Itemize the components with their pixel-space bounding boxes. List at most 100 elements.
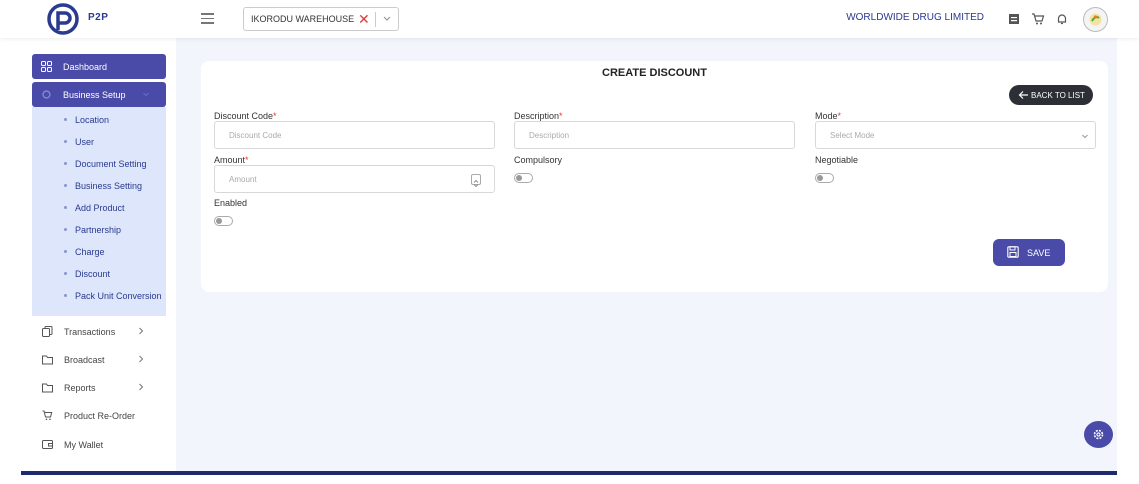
business-setup-submenu: Location User Document Setting Business … (32, 107, 166, 316)
settings-fab[interactable] (1084, 421, 1113, 448)
chevron-down-icon[interactable] (381, 12, 393, 26)
submenu-item-charge[interactable]: Charge (32, 245, 166, 261)
sidebar-item-label: My Wallet (64, 440, 104, 450)
mode-select[interactable]: Select Mode (815, 121, 1096, 149)
enabled-label: Enabled (214, 198, 248, 208)
submenu-item-label: Partnership (75, 225, 122, 235)
cart-icon[interactable] (1031, 12, 1045, 26)
discount-code-input[interactable]: Discount Code (214, 121, 495, 149)
submenu-item-business-setting[interactable]: Business Setting (32, 179, 166, 195)
chevron-right-icon (139, 355, 144, 363)
user-avatar[interactable] (1083, 7, 1108, 32)
menu-toggle-icon[interactable] (201, 13, 214, 24)
mode-placeholder: Select Mode (830, 131, 875, 140)
sidebar-item-transactions[interactable]: Transactions (21, 322, 176, 342)
required-mark: * (559, 111, 563, 121)
description-label: Description* (514, 111, 563, 121)
sidebar-item-label: Dashboard (63, 62, 108, 72)
submenu-item-label: Discount (75, 269, 111, 279)
description-label-text: Description (514, 111, 560, 121)
top-bar: P2P IKORODU WAREHOUSE ✕ WORLDWIDE DRUG L… (0, 0, 1139, 38)
mode-label: Mode* (815, 111, 841, 121)
submenu-item-location[interactable]: Location (32, 113, 166, 129)
floppy-disk-icon (1007, 246, 1019, 258)
cart-icon (42, 410, 53, 421)
negotiable-toggle[interactable] (815, 173, 834, 183)
discount-code-placeholder: Discount Code (229, 131, 282, 140)
warehouse-select[interactable]: IKORODU WAREHOUSE ✕ (243, 7, 399, 31)
description-input[interactable]: Description (514, 121, 795, 149)
bullet-icon (64, 162, 67, 165)
mode-label-text: Mode (815, 111, 838, 121)
copy-icon (42, 326, 53, 337)
page-title: CREATE DISCOUNT (602, 67, 707, 79)
submenu-item-label: Document Setting (75, 159, 147, 169)
bullet-icon (64, 118, 67, 121)
app-root: P2P IKORODU WAREHOUSE ✕ WORLDWIDE DRUG L… (0, 0, 1139, 484)
submenu-item-discount[interactable]: Discount (32, 267, 166, 283)
sidebar-item-my-wallet[interactable]: My Wallet (21, 435, 176, 455)
required-mark: * (273, 111, 277, 121)
sidebar-item-broadcast[interactable]: Broadcast (21, 350, 176, 370)
sidebar-item-dashboard[interactable]: Dashboard (32, 54, 166, 79)
submenu-item-pack-unit-conversion[interactable]: Pack Unit Conversion (32, 289, 166, 305)
submenu-item-label: Pack Unit Conversion (75, 291, 162, 301)
required-mark: * (245, 155, 249, 165)
wallet-icon (42, 440, 53, 449)
submenu-item-label: Add Product (75, 203, 125, 213)
save-button[interactable]: SAVE (993, 239, 1065, 266)
discount-code-label: Discount Code* (214, 111, 277, 121)
sidebar-item-reports[interactable]: Reports (21, 378, 176, 398)
create-discount-card: CREATE DISCOUNT BACK TO LIST Discount Co… (201, 61, 1108, 292)
main-content: CREATE DISCOUNT BACK TO LIST Discount Co… (176, 38, 1117, 472)
folder-icon (42, 355, 53, 365)
logo-text: P2P (88, 12, 109, 23)
clear-icon[interactable]: ✕ (358, 11, 370, 27)
amount-placeholder: Amount (229, 175, 257, 184)
bullet-icon (64, 228, 67, 231)
discount-code-label-text: Discount Code (214, 111, 274, 121)
folder-icon (42, 383, 53, 393)
sidebar-item-label: Product Re-Order (64, 411, 136, 421)
submenu-item-add-product[interactable]: Add Product (32, 201, 166, 217)
chevron-right-icon (139, 383, 144, 391)
company-name[interactable]: WORLDWIDE DRUG LIMITED (846, 12, 984, 23)
stepper-arrows-icon (473, 179, 479, 188)
document-icon[interactable] (1007, 12, 1021, 26)
submenu-item-partnership[interactable]: Partnership (32, 223, 166, 239)
sidebar-item-product-re-order[interactable]: Product Re-Order (21, 406, 176, 426)
save-button-label: SAVE (1027, 248, 1051, 258)
submenu-item-document-setting[interactable]: Document Setting (32, 157, 166, 173)
bottom-bar (21, 471, 1117, 475)
back-to-list-button[interactable]: BACK TO LIST (1009, 85, 1093, 105)
number-stepper-icon[interactable] (471, 174, 481, 188)
submenu-item-user[interactable]: User (32, 135, 166, 151)
amount-label-text: Amount (214, 155, 246, 165)
sidebar-item-label: Business Setup (63, 90, 126, 100)
chevron-down-icon (143, 92, 149, 97)
bullet-icon (64, 184, 67, 187)
bullet-icon (64, 294, 67, 297)
toggle-knob (216, 218, 222, 224)
sidebar-item-business-setup[interactable]: Business Setup (32, 82, 166, 107)
sidebar-item-label: Reports (64, 383, 96, 393)
enabled-toggle[interactable] (214, 216, 233, 226)
avatar-image-icon (1089, 13, 1102, 26)
p2p-logo-icon[interactable] (46, 3, 84, 35)
chevron-down-icon (1082, 134, 1088, 139)
back-to-list-label: BACK TO LIST (1031, 91, 1085, 100)
description-placeholder: Description (529, 131, 570, 140)
sidebar-item-label: Transactions (64, 327, 116, 337)
amount-input[interactable]: Amount (214, 165, 495, 193)
gear-icon (1093, 429, 1104, 440)
warehouse-selected-value: IKORODU WAREHOUSE (251, 14, 355, 24)
sidebar-item-label: Broadcast (64, 355, 105, 365)
amount-label: Amount* (214, 155, 249, 165)
submenu-item-label: Location (75, 115, 110, 125)
submenu-item-label: User (75, 137, 95, 147)
bullet-icon (64, 272, 67, 275)
compulsory-toggle[interactable] (514, 173, 533, 183)
toggle-knob (817, 175, 823, 181)
bullet-icon (64, 250, 67, 253)
bell-icon[interactable] (1055, 12, 1069, 26)
